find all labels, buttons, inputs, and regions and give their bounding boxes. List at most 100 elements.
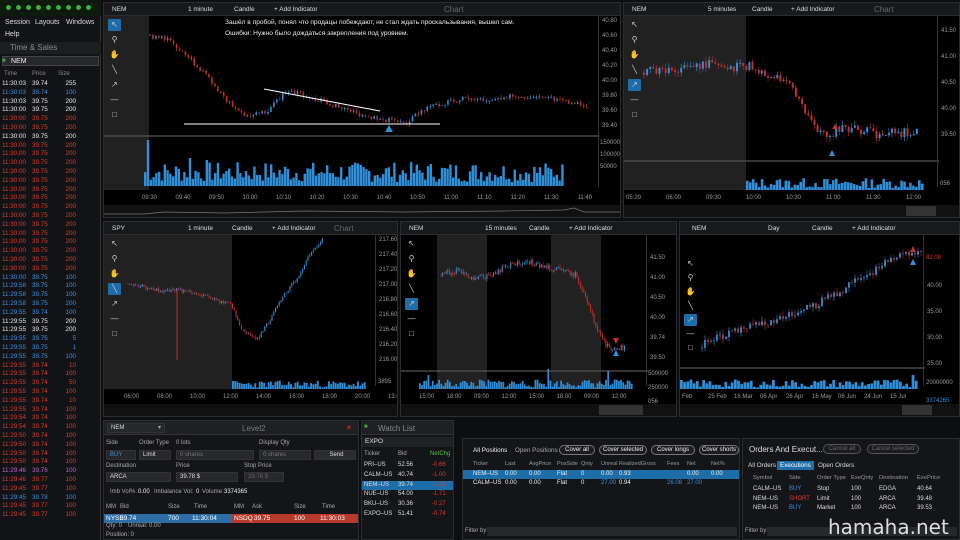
time-sales-row[interactable]: 11:30:00 39.75 200: [2, 142, 98, 150]
time-sales-row[interactable]: 11:30:00 39.75 200: [2, 177, 98, 185]
time-sales-row[interactable]: 11:30:00 39.75 200: [2, 150, 98, 158]
chart-navigator[interactable]: [104, 205, 620, 217]
time-sales-row[interactable]: 11:30:00 39.75 100: [2, 274, 98, 282]
time-sales-row[interactable]: 11:29:55 39.74 50: [2, 379, 98, 387]
time-sales-symbol-input[interactable]: NEM: [2, 56, 99, 66]
time-sales-row[interactable]: 11:29:50 39.74 100: [2, 441, 98, 449]
watch-ticker[interactable]: EXPO–US: [364, 511, 392, 517]
time-sales-row[interactable]: 11:29:45 39.77 100: [2, 485, 98, 493]
chart-panel-nem-15min[interactable]: NEM 15 minutes Candle + Add Indicator ↖ …: [400, 221, 677, 417]
chart-symbol[interactable]: NEM: [632, 6, 646, 13]
time-sales-row[interactable]: 11:29:50 39.74 100: [2, 450, 98, 458]
close-icon[interactable]: ✕: [346, 424, 352, 432]
chart-symbol[interactable]: NEM: [692, 225, 706, 232]
watch-ticker[interactable]: PRI–US: [364, 462, 386, 468]
price-chart-canvas[interactable]: [104, 235, 377, 389]
time-sales-row[interactable]: 11:30:00 39.75 200: [2, 133, 98, 141]
time-sales-row[interactable]: 11:29:50 39.74 100: [2, 458, 98, 466]
cover-button[interactable]: Cover selected: [599, 445, 647, 455]
chart-panel-nem-5min[interactable]: NEM 5 minutes Candle + Add Indicator Cha…: [623, 2, 960, 218]
watch-ticker[interactable]: CALM–US: [364, 472, 392, 478]
chart-panel-nem-day[interactable]: NEM Day Candle + Add Indicator ↖ ⚲ ✋ ╲ ↗…: [679, 221, 960, 417]
time-sales-row[interactable]: 11:29:45 39.77 100: [2, 502, 98, 510]
cancel-selected-button[interactable]: Cancel selected: [867, 444, 919, 454]
time-sales-row[interactable]: 11:30:00 39.75 200: [2, 159, 98, 167]
time-sales-row[interactable]: 11:30:00 39.75 200: [2, 221, 98, 229]
time-sales-row[interactable]: 11:29:46 39.76 100: [2, 467, 98, 475]
time-sales-row[interactable]: 11:29:55 39.74 100: [2, 388, 98, 396]
destination-select[interactable]: ARCA: [106, 472, 171, 482]
interval-select[interactable]: 5 minutes: [708, 6, 736, 13]
add-indicator-button[interactable]: + Add Indicator: [272, 225, 316, 232]
time-sales-row[interactable]: 11:29:55 39.75 200: [2, 318, 98, 326]
window-dot-icon[interactable]: [66, 5, 71, 10]
cover-button[interactable]: Cover all: [559, 445, 595, 455]
tab-all-positions[interactable]: All Positions: [473, 447, 507, 454]
price-chart-canvas[interactable]: [401, 235, 648, 389]
time-sales-row[interactable]: 11:30:03 39.74 100: [2, 89, 98, 97]
time-sales-row[interactable]: 11:30:00 39.75 200: [2, 106, 98, 114]
window-dot-icon[interactable]: [26, 5, 31, 10]
time-sales-row[interactable]: 11:29:55 39.75 5: [2, 335, 98, 343]
window-dot-icon[interactable]: [76, 5, 81, 10]
interval-select[interactable]: Day: [768, 225, 780, 232]
menu-layouts[interactable]: Layouts: [35, 19, 60, 26]
time-sales-row[interactable]: 11:29:58 39.75 100: [2, 282, 98, 290]
time-sales-row[interactable]: 11:29:55 39.75 200: [2, 326, 98, 334]
window-dot-icon[interactable]: [6, 5, 11, 10]
orders-tab[interactable]: Executions: [777, 461, 814, 470]
time-sales-row[interactable]: 11:29:46 39.77 100: [2, 476, 98, 484]
side-select[interactable]: BUY: [106, 450, 136, 460]
time-sales-row[interactable]: 11:30:00 39.75 200: [2, 238, 98, 246]
time-sales-row[interactable]: 11:30:03 39.74 255: [2, 80, 98, 88]
time-sales-row[interactable]: 11:30:00 39.75 200: [2, 124, 98, 132]
time-sales-row[interactable]: 11:30:00 39.75 200: [2, 230, 98, 238]
chart-type-select[interactable]: Candle: [529, 225, 550, 232]
add-indicator-button[interactable]: + Add Indicator: [791, 6, 835, 13]
interval-select[interactable]: 15 minutes: [485, 225, 517, 232]
time-sales-row[interactable]: 11:30:00 39.75 200: [2, 194, 98, 202]
chart-type-select[interactable]: Candle: [232, 225, 253, 232]
tab-open-positions[interactable]: Open Positions: [515, 447, 558, 454]
window-dot-icon[interactable]: [36, 5, 41, 10]
chart-symbol[interactable]: SPY: [112, 225, 125, 232]
time-sales-row[interactable]: 11:30:00 39.75 200: [2, 168, 98, 176]
price-input[interactable]: 39.78 $: [176, 472, 238, 482]
send-button[interactable]: Send: [314, 450, 356, 460]
time-sales-row[interactable]: 11:29:58 39.75 200: [2, 300, 98, 308]
window-dot-icon[interactable]: [86, 5, 91, 10]
time-sales-row[interactable]: 11:29:45 39.77 100: [2, 511, 98, 519]
time-sales-row[interactable]: 11:30:00 39.75 200: [2, 115, 98, 123]
watch-ticker[interactable]: NEM–US: [364, 482, 389, 488]
level2-symbol-input[interactable]: NEM: [107, 423, 165, 433]
orders-tab[interactable]: All Orders: [745, 461, 779, 470]
chart-type-select[interactable]: Candle: [752, 6, 773, 13]
add-indicator-button[interactable]: + Add Indicator: [274, 6, 318, 13]
shares-input[interactable]: 0 shares: [176, 450, 254, 460]
cover-button[interactable]: Cover longs: [651, 445, 695, 455]
stop-price-input[interactable]: 39.78 $: [244, 472, 284, 482]
watch-list-name[interactable]: EXPO: [362, 437, 453, 447]
chart-panel-nem-1min[interactable]: NEM 1 minute Candle + Add Indicator Char…: [103, 2, 621, 218]
positions-filter-input[interactable]: [487, 527, 737, 536]
time-sales-row[interactable]: 11:29:55 39.74 100: [2, 406, 98, 414]
add-indicator-button[interactable]: + Add Indicator: [852, 225, 896, 232]
time-sales-row[interactable]: 11:30:00 39.75 200: [2, 247, 98, 255]
window-dot-icon[interactable]: [46, 5, 51, 10]
time-sales-row[interactable]: 11:30:00 39.75 200: [2, 212, 98, 220]
watch-ticker[interactable]: BKU–US: [364, 501, 388, 507]
time-sales-row[interactable]: 11:30:00 39.75 200: [2, 256, 98, 264]
time-sales-row[interactable]: 11:29:55 39.74 10: [2, 362, 98, 370]
price-chart-canvas[interactable]: [680, 235, 925, 389]
time-sales-row[interactable]: 11:29:50 39.74 100: [2, 432, 98, 440]
time-sales-row[interactable]: 11:30:00 39.75 200: [2, 186, 98, 194]
time-sales-row[interactable]: 11:30:00 39.75 200: [2, 203, 98, 211]
order-type-select[interactable]: Limit: [139, 450, 171, 460]
chart-symbol[interactable]: NEM: [112, 6, 126, 13]
price-chart-canvas[interactable]: [104, 16, 599, 190]
chart-navigator[interactable]: [624, 205, 959, 217]
time-sales-row[interactable]: 11:29:55 39.75 100: [2, 353, 98, 361]
menu-session[interactable]: Session: [5, 19, 30, 26]
menu-help[interactable]: Help: [5, 31, 19, 38]
time-sales-row[interactable]: 11:29:55 39.75 1: [2, 344, 98, 352]
